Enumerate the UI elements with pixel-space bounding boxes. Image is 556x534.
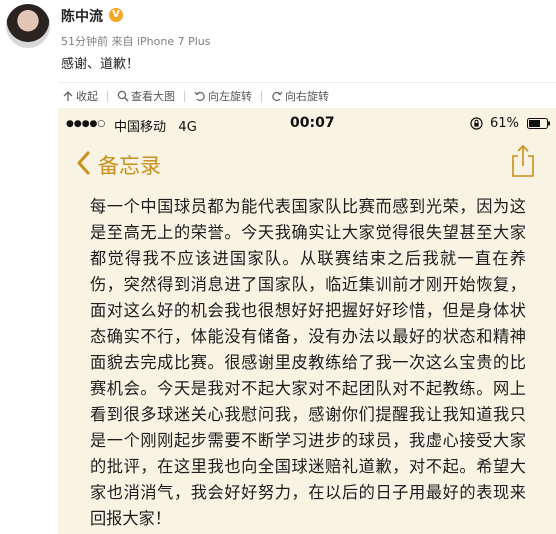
verified-badge-icon: V	[109, 8, 123, 22]
rotate-right-label: 向右旋转	[285, 90, 329, 103]
lock-rotation-icon	[470, 117, 483, 130]
view-large-button[interactable]: 查看大图	[113, 88, 179, 104]
rotate-left-icon	[194, 91, 205, 102]
back-chevron-icon[interactable]	[76, 151, 90, 175]
avatar[interactable]	[6, 4, 50, 48]
back-button[interactable]: 备忘录	[98, 150, 161, 180]
status-time: 00:07	[290, 115, 335, 131]
collapse-icon	[63, 91, 73, 101]
post-image[interactable]: ●●●●○ 中国移动 4G 00:07 61% 备忘录 每一个中国球员都为能代表…	[58, 108, 556, 534]
collapse-button[interactable]: 收起	[58, 88, 102, 104]
note-body: 每一个中国球员都为能代表国家队比赛而感到光荣，因为这是至高无上的荣誉。今天我确实…	[90, 197, 526, 528]
signal-strength-icon: ●●●●○	[66, 119, 106, 129]
share-icon[interactable]	[510, 144, 536, 178]
view-large-label: 查看大图	[131, 90, 175, 103]
weibo-post-header: 陈中流 V 51分钟前 来自 iPhone 7 Plus 感谢、道歉！	[0, 0, 556, 82]
notes-nav-bar: 备忘录	[58, 142, 556, 188]
rotate-right-button[interactable]: 向右旋转	[267, 88, 333, 104]
post-meta: 51分钟前 来自 iPhone 7 Plus	[61, 35, 211, 48]
rotate-right-icon	[272, 91, 283, 102]
battery-icon	[527, 118, 550, 129]
battery-percent: 61%	[490, 116, 519, 131]
phone-status-bar: ●●●●○ 中国移动 4G 00:07 61%	[58, 108, 556, 142]
toolbar-divider	[107, 90, 108, 102]
magnifier-icon	[117, 90, 129, 102]
toolbar-divider	[184, 90, 185, 102]
author-name[interactable]: 陈中流	[61, 6, 103, 26]
toolbar-divider	[261, 90, 262, 102]
carrier-name: 中国移动 4G	[114, 116, 197, 135]
rotate-left-label: 向左旋转	[208, 90, 252, 103]
collapse-label: 收起	[76, 90, 98, 103]
post-text: 感谢、道歉！	[61, 57, 140, 72]
rotate-left-button[interactable]: 向左旋转	[190, 88, 256, 104]
carrier-label: 中国移动	[114, 120, 167, 135]
image-toolbar: 收起 查看大图 向左旋转 向右旋转	[58, 82, 556, 109]
network-type: 4G	[178, 120, 197, 135]
